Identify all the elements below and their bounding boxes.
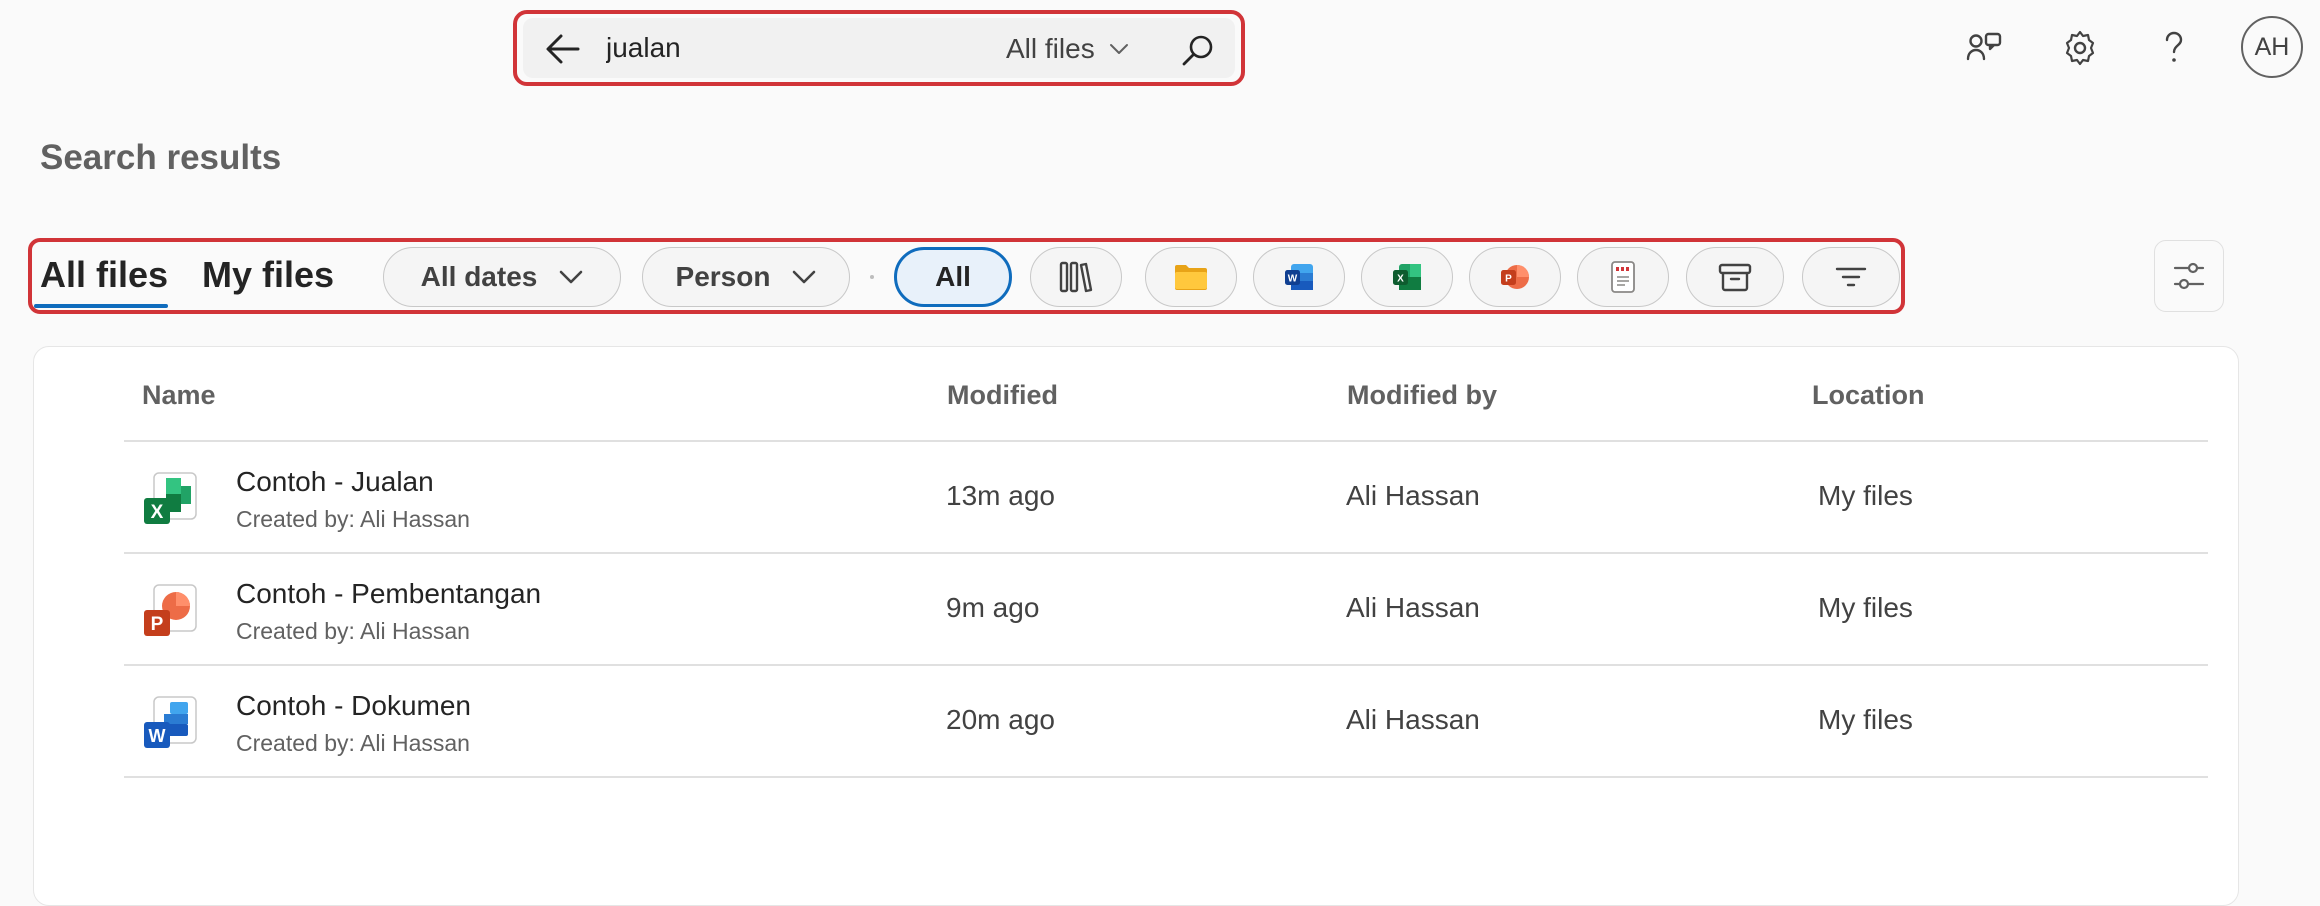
table-row[interactable]: W Contoh - Dokumen Created by: Ali Hassa… <box>124 666 2208 776</box>
avatar[interactable]: AH <box>2241 16 2303 78</box>
row-divider <box>124 776 2208 778</box>
svg-text:P: P <box>151 614 164 635</box>
file-name[interactable]: Contoh - Pembentangan <box>236 578 541 610</box>
column-header-modified-by[interactable]: Modified by <box>1347 380 1497 411</box>
search-scope-dropdown[interactable]: All files <box>1006 26 1129 72</box>
file-modified: 13m ago <box>946 480 1055 511</box>
file-modified-by: Ali Hassan <box>1346 704 1480 735</box>
search-submit-button[interactable] <box>1176 28 1220 72</box>
file-created-by: Created by: Ali Hassan <box>236 618 470 644</box>
search-icon <box>1182 35 1213 66</box>
file-name[interactable]: Contoh - Jualan <box>236 466 434 498</box>
people-share-icon <box>1966 32 2002 61</box>
question-mark-icon <box>2165 31 2183 62</box>
table-row[interactable]: X Contoh - Jualan Created by: Ali Hassan… <box>124 442 2208 552</box>
chevron-down-icon <box>1109 44 1128 54</box>
svg-text:X: X <box>151 502 164 523</box>
column-header-modified[interactable]: Modified <box>947 380 1058 411</box>
file-location[interactable]: My files <box>1818 592 1913 624</box>
powerpoint-file-icon: P <box>144 584 197 636</box>
file-modified: 20m ago <box>946 704 1055 735</box>
avatar-initials: AH <box>2254 32 2290 61</box>
settings-button[interactable] <box>2056 24 2104 72</box>
page-title: Search results <box>40 138 282 177</box>
search-scope-label: All files <box>1006 33 1095 64</box>
file-created-by: Created by: Ali Hassan <box>236 506 470 532</box>
view-options-button[interactable] <box>2154 240 2224 312</box>
back-button[interactable] <box>540 26 586 72</box>
file-created-by: Created by: Ali Hassan <box>236 730 470 756</box>
file-modified-by: Ali Hassan <box>1346 480 1480 511</box>
file-modified-by: Ali Hassan <box>1346 592 1480 623</box>
file-location[interactable]: My files <box>1818 480 1913 512</box>
file-modified: 9m ago <box>946 592 1040 623</box>
search-input[interactable] <box>606 22 966 74</box>
filter-highlight-outline <box>28 238 1905 314</box>
excel-file-icon: X <box>144 472 197 524</box>
arrow-left-icon <box>546 34 580 64</box>
file-name[interactable]: Contoh - Dokumen <box>236 690 471 722</box>
table-row[interactable]: P Contoh - Pembentangan Created by: Ali … <box>124 554 2208 664</box>
file-location[interactable]: My files <box>1818 704 1913 736</box>
gear-icon <box>2065 30 2095 66</box>
word-file-icon: W <box>144 696 197 748</box>
sliders-icon <box>2173 262 2205 290</box>
svg-text:W: W <box>149 726 166 746</box>
help-button[interactable] <box>2150 24 2198 72</box>
column-header-name[interactable]: Name <box>142 380 216 411</box>
column-header-location[interactable]: Location <box>1812 380 1925 411</box>
share-people-button[interactable] <box>1960 24 2008 72</box>
